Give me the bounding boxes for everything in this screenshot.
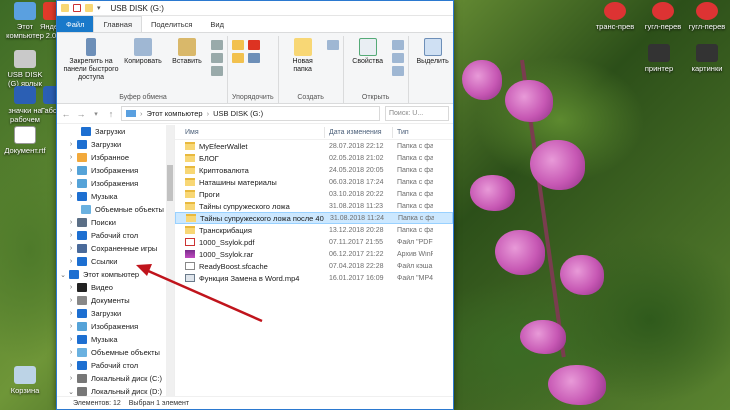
annotation-arrow xyxy=(136,264,263,323)
